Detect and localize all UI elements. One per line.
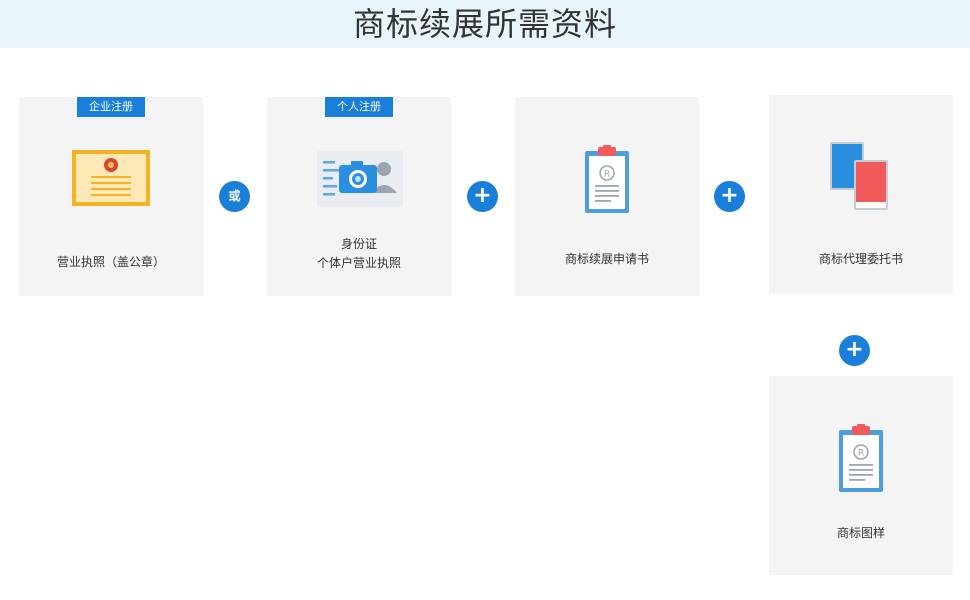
license-certificate-icon xyxy=(71,149,151,211)
card-power-of-attorney: 商标代理委托书 xyxy=(769,95,953,294)
card-label-trademark-sample: 商标图样 xyxy=(836,526,885,540)
plus-connector: + xyxy=(714,181,745,212)
svg-text:R: R xyxy=(858,449,864,459)
card-business-license: 企业注册 营业执照（盖公章） xyxy=(19,97,203,296)
plus-connector: + xyxy=(839,335,870,366)
clipboard-registered-icon: R xyxy=(584,145,630,219)
page-header: 商标续展所需资料 xyxy=(0,0,970,48)
plus-connector: + xyxy=(467,181,498,212)
id-card-camera-icon xyxy=(317,151,403,211)
tag-enterprise-registration: 企业注册 xyxy=(77,97,145,117)
books-icon xyxy=(828,140,890,216)
card-label-id-card-line1: 身份证 xyxy=(340,237,377,251)
svg-text:R: R xyxy=(604,170,610,180)
card-label-renewal-application: 商标续展申请书 xyxy=(564,252,649,266)
card-trademark-sample: R 商标图样 xyxy=(769,376,953,575)
tag-personal-registration: 个人注册 xyxy=(325,97,393,117)
page-title: 商标续展所需资料 xyxy=(352,5,617,43)
clipboard-registered-icon: R xyxy=(838,424,884,498)
card-renewal-application: R 商标续展申请书 xyxy=(515,97,699,296)
or-connector: 或 xyxy=(219,181,250,212)
card-label-power-of-attorney: 商标代理委托书 xyxy=(818,252,903,266)
card-id-card: 个人注册 身份证 个体户营业执照 xyxy=(267,97,451,296)
card-label-business-license: 营业执照（盖公章） xyxy=(56,255,165,269)
card-label-id-card-line2: 个体户营业执照 xyxy=(316,256,401,270)
